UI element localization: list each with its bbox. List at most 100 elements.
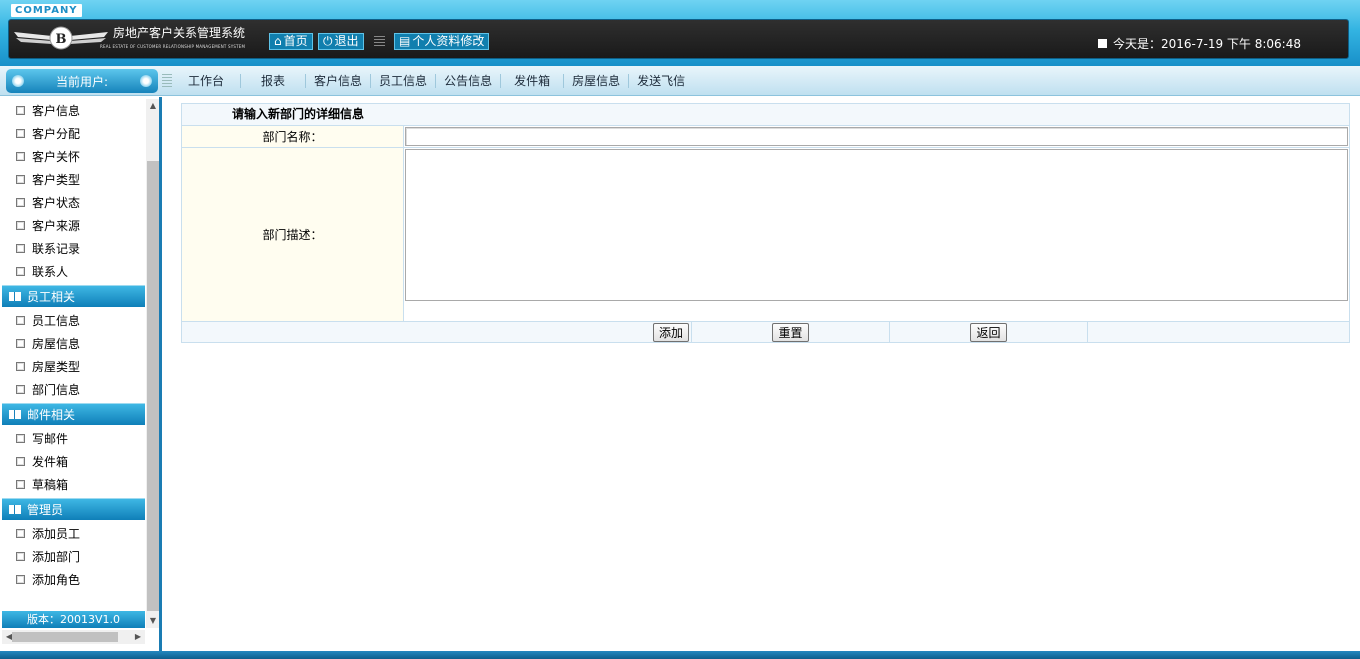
sidebar-menu: 客户信息 客户分配 客户关怀 客户类型 客户状态 客户来源 联系记录 联系人 员…: [2, 99, 145, 591]
form-title: 请输入新部门的详细信息: [182, 104, 1349, 125]
sidebar-item-label: 房屋类型: [32, 360, 81, 374]
sidebar-section-staff[interactable]: 员工相关: [2, 285, 145, 307]
sidebar-section-admin[interactable]: 管理员: [2, 498, 145, 520]
action-cell-empty: [1088, 322, 1349, 342]
nav-grip: [162, 74, 172, 87]
sidebar: 客户信息 客户分配 客户关怀 客户类型 客户状态 客户来源 联系记录 联系人 员…: [0, 97, 162, 651]
sidebar-item-customer-status[interactable]: 客户状态: [2, 191, 145, 214]
scroll-down-arrow-icon[interactable]: ▼: [146, 614, 159, 628]
sidebar-item-contact-person[interactable]: 联系人: [2, 260, 145, 283]
list-box-icon: [16, 175, 25, 184]
list-box-icon: [16, 552, 25, 561]
list-box-icon: [16, 198, 25, 207]
logout-label: 退出: [334, 34, 359, 48]
nav-item-outbox[interactable]: 发件箱: [501, 74, 565, 88]
sidebar-item-label: 发件箱: [32, 455, 69, 469]
sidebar-item-staff-info[interactable]: 员工信息: [2, 309, 145, 332]
reset-button[interactable]: 重置: [772, 322, 809, 342]
scroll-thumb[interactable]: [147, 161, 159, 611]
nav-item-workbench[interactable]: 工作台: [176, 74, 242, 88]
date-display: 今天是：2016-7-19 下午 8:06:48: [1098, 35, 1301, 52]
list-box-icon: [16, 339, 25, 348]
dept-name-input[interactable]: [405, 127, 1348, 146]
list-box-icon: [16, 106, 25, 115]
sidebar-item-label: 部门信息: [32, 383, 81, 397]
sidebar-section-label: 管理员: [27, 503, 64, 517]
sidebar-item-house-type[interactable]: 房屋类型: [2, 355, 145, 378]
sidebar-item-add-role[interactable]: 添加角色: [2, 568, 145, 591]
sidebar-item-customer-type[interactable]: 客户类型: [2, 168, 145, 191]
sidebar-item-house-info[interactable]: 房屋信息: [2, 332, 145, 355]
company-badge: COMPANY: [11, 4, 82, 17]
header-grip: [374, 36, 385, 47]
list-box-icon: [16, 267, 25, 276]
sidebar-item-outbox[interactable]: 发件箱: [2, 450, 145, 473]
nav-item-house-info[interactable]: 房屋信息: [564, 74, 630, 88]
sidebar-item-add-staff[interactable]: 添加员工: [2, 522, 145, 545]
sidebar-item-label: 联系人: [32, 265, 69, 279]
sidebar-horizontal-scrollbar[interactable]: ◀ ▶: [2, 630, 145, 644]
sidebar-item-label: 添加员工: [32, 527, 81, 541]
sidebar-section-mail[interactable]: 邮件相关: [2, 403, 145, 425]
scroll-right-arrow-icon[interactable]: ▶: [131, 630, 145, 644]
current-user-box: 当前用户:: [6, 69, 158, 93]
list-box-icon: [16, 152, 25, 161]
sidebar-item-customer-assign[interactable]: 客户分配: [2, 122, 145, 145]
nav-item-notice-info[interactable]: 公告信息: [436, 74, 502, 88]
sidebar-item-customer-source[interactable]: 客户来源: [2, 214, 145, 237]
dept-name-label: 部门名称：: [182, 126, 404, 147]
sidebar-item-customer-care[interactable]: 客户关怀: [2, 145, 145, 168]
nav-item-staff-info[interactable]: 员工信息: [371, 74, 437, 88]
logout-button[interactable]: ⏻ 退出: [318, 33, 364, 50]
sidebar-item-label: 联系记录: [32, 242, 81, 256]
sidebar-item-label: 客户关怀: [32, 150, 81, 164]
system-subtitle: REAL ESTATE OF CUSTOMER RELATIONSHIP MAN…: [100, 44, 246, 49]
sidebar-item-label: 添加部门: [32, 550, 81, 564]
book-icon: [9, 292, 21, 301]
scroll-thumb[interactable]: [12, 632, 118, 642]
action-cell-add: 添加: [182, 322, 692, 342]
add-department-form: 请输入新部门的详细信息 部门名称： 部门描述： 添加 重置 返回: [181, 103, 1350, 343]
add-button[interactable]: 添加: [652, 322, 689, 342]
nav-item-customer-info[interactable]: 客户信息: [306, 74, 372, 88]
list-box-icon: [16, 434, 25, 443]
sidebar-item-label: 房屋信息: [32, 337, 81, 351]
sidebar-item-label: 写邮件: [32, 432, 69, 446]
sidebar-item-write-mail[interactable]: 写邮件: [2, 427, 145, 450]
home-button[interactable]: ⌂ 首页: [269, 33, 313, 50]
home-label: 首页: [283, 34, 308, 48]
sidebar-section-label: 邮件相关: [27, 408, 76, 422]
system-title: 房地产客户关系管理系统: [113, 26, 246, 40]
sidebar-item-contact-record[interactable]: 联系记录: [2, 237, 145, 260]
dept-description-label: 部门描述：: [182, 148, 404, 321]
list-box-icon: [16, 480, 25, 489]
sidebar-item-customer-info[interactable]: 客户信息: [2, 99, 145, 122]
nav-menu: 工作台 报表 客户信息 员工信息 公告信息 发件箱 房屋信息 发送飞信: [176, 66, 693, 96]
sidebar-item-label: 草稿箱: [32, 478, 69, 492]
sidebar-item-label: 客户信息: [32, 104, 81, 118]
sidebar-section-label: 员工相关: [27, 290, 76, 304]
nav-item-send-fetion[interactable]: 发送飞信: [629, 74, 693, 88]
nav-item-report[interactable]: 报表: [241, 74, 307, 88]
sidebar-item-add-dept[interactable]: 添加部门: [2, 545, 145, 568]
back-button[interactable]: 返回: [970, 322, 1007, 342]
profile-edit-button[interactable]: ▤ 个人资料修改: [394, 33, 490, 50]
bottom-footer-bar: [0, 651, 1360, 659]
svg-text:B: B: [56, 32, 67, 47]
list-box-icon: [16, 221, 25, 230]
home-icon: ⌂: [274, 34, 282, 48]
version-label: 版本：20013V1.0: [2, 611, 145, 628]
sidebar-item-drafts[interactable]: 草稿箱: [2, 473, 145, 496]
sidebar-item-dept-info[interactable]: 部门信息: [2, 378, 145, 401]
list-box-icon: [16, 385, 25, 394]
sidebar-vertical-scrollbar[interactable]: ▲ ▼: [146, 99, 159, 628]
book-icon: [9, 505, 21, 514]
form-row-name: 部门名称：: [182, 125, 1349, 147]
sidebar-item-label: 客户分配: [32, 127, 81, 141]
list-box-icon: [16, 575, 25, 584]
scroll-up-arrow-icon[interactable]: ▲: [146, 99, 159, 113]
sidebar-item-label: 客户状态: [32, 196, 81, 210]
dept-description-textarea[interactable]: [405, 149, 1348, 301]
book-icon: [9, 410, 21, 419]
